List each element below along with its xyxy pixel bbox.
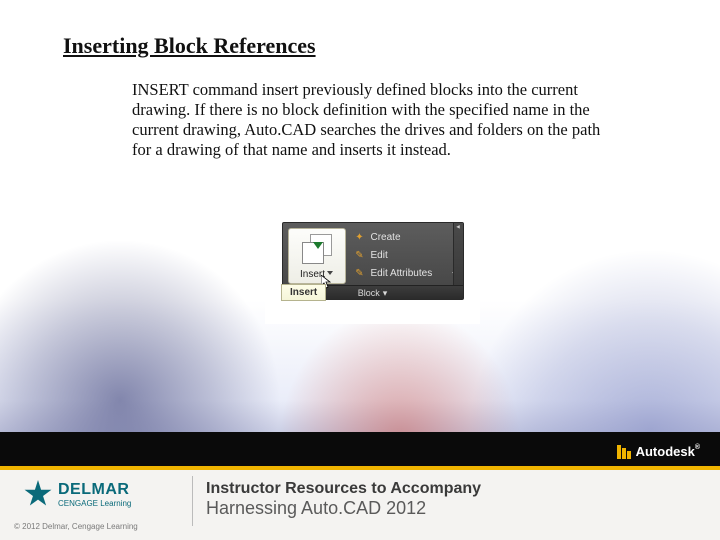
footer-divider <box>192 476 193 526</box>
insert-button-label: Insert <box>289 269 345 280</box>
delmar-line2: CENGAGE Learning <box>58 499 131 508</box>
ribbon-screenshot: Insert ✦ Create ✎ Edit ✎ Edit Attributes… <box>265 214 480 324</box>
registered-mark: ® <box>695 444 700 451</box>
ribbon-item-create[interactable]: ✦ Create <box>353 229 458 246</box>
autodesk-mark-icon <box>617 445 631 459</box>
autodesk-text: Autodesk <box>636 444 695 459</box>
slide: Inserting Block References INSERT comman… <box>0 0 720 540</box>
create-icon: ✦ <box>353 231 367 245</box>
panel-title-text: Block <box>358 288 380 298</box>
delmar-star-icon <box>24 480 52 508</box>
edit-attributes-icon: ✎ <box>353 267 367 281</box>
footer-title-line2: Harnessing Auto.CAD 2012 <box>206 498 481 519</box>
delmar-logo: DELMAR CENGAGE Learning <box>24 480 131 508</box>
edit-icon: ✎ <box>353 249 367 263</box>
slide-title: Inserting Block References <box>63 33 316 59</box>
slide-body-text: INSERT command insert previously defined… <box>132 80 602 161</box>
insert-icon <box>300 234 336 264</box>
ribbon-item-edit[interactable]: ✎ Edit <box>353 247 458 264</box>
insert-button[interactable]: Insert <box>288 228 346 284</box>
edit-label: Edit <box>371 250 388 261</box>
footer-title-line1: Instructor Resources to Accompany <box>206 480 481 498</box>
insert-tooltip: Insert <box>281 284 326 301</box>
edit-attributes-label: Edit Attributes <box>371 268 433 279</box>
chevron-down-icon: ▾ <box>383 286 388 300</box>
copyright-text: © 2012 Delmar, Cengage Learning <box>14 522 138 531</box>
footer-dark-band <box>0 432 720 466</box>
footer-title-block: Instructor Resources to Accompany Harnes… <box>206 480 481 519</box>
create-label: Create <box>371 232 401 243</box>
ribbon-collapse-handle[interactable]: ▸ <box>453 223 463 285</box>
autodesk-logo: Autodesk® <box>617 444 700 459</box>
delmar-line1: DELMAR <box>58 481 131 499</box>
ribbon-item-edit-attributes[interactable]: ✎ Edit Attributes <box>353 265 458 282</box>
